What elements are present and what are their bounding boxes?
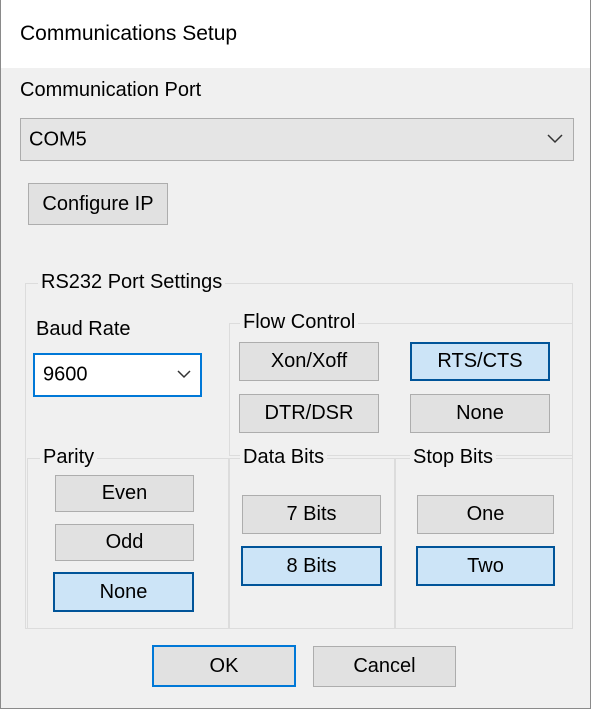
baud-rate-value: 9600 xyxy=(43,363,88,386)
flow-none-button[interactable]: None xyxy=(410,394,550,433)
data-bits-8-button[interactable]: 8 Bits xyxy=(241,546,382,586)
rs232-group-label: RS232 Port Settings xyxy=(38,271,226,294)
configure-ip-button[interactable]: Configure IP xyxy=(28,183,168,225)
communication-port-select[interactable]: COM5 xyxy=(20,118,574,161)
flow-control-label: Flow Control xyxy=(240,311,359,334)
ok-button[interactable]: OK xyxy=(152,645,296,687)
flow-dtr-dsr-button[interactable]: DTR/DSR xyxy=(239,394,379,433)
flow-xon-xoff-button[interactable]: Xon/Xoff xyxy=(239,342,379,381)
data-bits-label: Data Bits xyxy=(240,446,328,469)
communication-port-value: COM5 xyxy=(29,128,87,150)
parity-none-button[interactable]: None xyxy=(53,572,194,612)
data-bits-7-button[interactable]: 7 Bits xyxy=(242,495,381,534)
stop-bits-two-button[interactable]: Two xyxy=(416,546,555,586)
communications-setup-dialog: Communications Setup Communication Port … xyxy=(0,0,591,709)
title-bar: Communications Setup xyxy=(1,0,590,68)
cancel-button[interactable]: Cancel xyxy=(313,646,456,687)
data-bits-group: Data Bits xyxy=(229,446,395,629)
baud-rate-select[interactable]: 9600 xyxy=(33,353,202,397)
communication-port-label: Communication Port xyxy=(20,79,202,101)
parity-even-button[interactable]: Even xyxy=(55,475,194,512)
stop-bits-one-button[interactable]: One xyxy=(417,495,554,534)
flow-rts-cts-button[interactable]: RTS/CTS xyxy=(410,342,550,381)
window-title: Communications Setup xyxy=(20,22,238,45)
chevron-down-icon xyxy=(177,366,191,384)
parity-odd-button[interactable]: Odd xyxy=(55,524,194,561)
stop-bits-group: Stop Bits xyxy=(395,446,573,629)
parity-label: Parity xyxy=(40,446,98,469)
chevron-down-icon xyxy=(547,131,563,149)
stop-bits-label: Stop Bits xyxy=(410,446,497,469)
baud-rate-label: Baud Rate xyxy=(36,318,131,340)
